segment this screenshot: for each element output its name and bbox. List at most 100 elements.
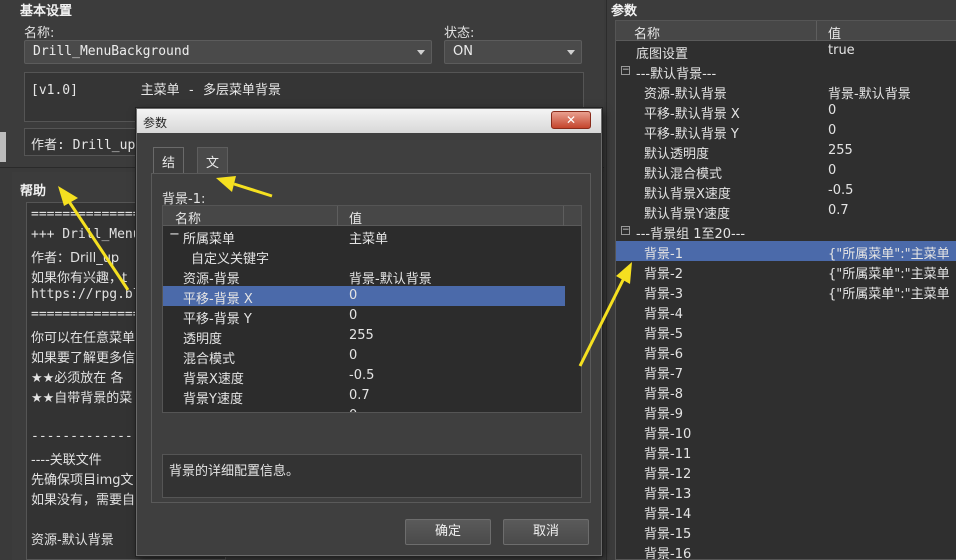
collapse-icon[interactable]: − — [621, 226, 630, 235]
column-header-name[interactable]: 名称 — [175, 208, 201, 227]
param-row[interactable]: 默认背景X速度 -0.5 — [616, 181, 956, 202]
param-row[interactable]: 背景-13 — [616, 481, 956, 502]
struct-value: 0 — [349, 408, 357, 412]
struct-row[interactable]: 背景X速度 -0.5 — [163, 366, 581, 387]
param-row[interactable]: 背景-5 — [616, 321, 956, 342]
param-name: 默认背景X速度 — [644, 187, 731, 202]
struct-name: 背景X速度 — [183, 372, 244, 387]
column-header-value[interactable]: 值 — [828, 23, 841, 42]
help-line: https://rpg.blu — [31, 287, 149, 302]
dialog-titlebar[interactable]: 参数 ✕ — [137, 109, 601, 133]
param-row[interactable]: 背景-16 — [616, 541, 956, 560]
param-name: 背景-8 — [644, 387, 683, 402]
param-row[interactable]: 默认透明度 255 — [616, 141, 956, 162]
param-value: 0.7 — [828, 203, 849, 218]
param-row[interactable]: 背景-1 {"所属菜单":"主菜单 — [616, 241, 956, 262]
ok-button[interactable]: 确定 — [405, 519, 491, 545]
struct-row[interactable]: 背景Y速度 0.7 — [163, 386, 581, 407]
param-name: 背景-15 — [644, 527, 692, 542]
param-row[interactable]: 背景-6 — [616, 341, 956, 362]
help-line: 作者：Drill_up — [31, 251, 120, 266]
close-button[interactable]: ✕ — [551, 111, 591, 129]
author-field[interactable]: 作者: Drill_up — [24, 128, 144, 156]
param-row[interactable]: 默认混合模式 0 — [616, 161, 956, 182]
column-header-value[interactable]: 值 — [349, 208, 362, 227]
param-row[interactable]: 背景-11 — [616, 441, 956, 462]
param-name: 背景-16 — [644, 547, 692, 560]
vertical-scrollbar[interactable] — [565, 226, 581, 412]
param-row[interactable]: 背景-9 — [616, 401, 956, 422]
param-row[interactable]: − ---背景组 1至20--- — [616, 221, 956, 242]
struct-name: 所属菜单 — [183, 232, 236, 247]
param-value: {"所属菜单":"主菜单 — [828, 287, 950, 302]
param-row[interactable]: 资源-默认背景 背景-默认背景 — [616, 81, 956, 102]
struct-row[interactable]: 混合模式 0 — [163, 346, 581, 367]
struct-row[interactable]: 资源-背景 背景-默认背景 — [163, 266, 581, 287]
params-dialog: 参数 ✕ 结构 文本 背景-1: 名称 值 −所属菜单主菜单自定义关键字资源-背… — [136, 108, 602, 556]
param-name: 背景-10 — [644, 427, 692, 442]
param-value: 0 — [828, 123, 837, 138]
basic-settings-title: 基本设置 — [20, 4, 73, 19]
param-value: {"所属菜单":"主菜单 — [828, 247, 950, 262]
collapse-icon[interactable]: − — [169, 227, 180, 242]
help-line: ----关联文件 — [31, 453, 102, 468]
params-table[interactable]: 名称 值 底图设置 true − ---默认背景--- 资源-默认背景 背景-默认背景 平移… — [615, 20, 956, 560]
param-name: 背景-11 — [644, 447, 692, 462]
param-row[interactable]: 背景-2 {"所属菜单":"主菜单 — [616, 261, 956, 282]
field-description-box: 背景的详细配置信息。 — [162, 454, 582, 498]
chevron-down-icon — [567, 50, 575, 55]
param-name: 默认混合模式 — [644, 167, 723, 182]
param-name: 平移-默认背景 Y — [644, 127, 739, 142]
param-name: 默认背景Y速度 — [644, 207, 730, 222]
struct-row[interactable]: 平移-背景 Y 0 — [163, 306, 581, 327]
tab-structure[interactable]: 结构 — [153, 147, 185, 190]
tab-text[interactable]: 文本 — [197, 147, 229, 190]
struct-row[interactable]: 自定义关键字 — [163, 246, 581, 267]
param-name: 平移-默认背景 X — [644, 107, 740, 122]
param-name: 背景-7 — [644, 367, 683, 382]
param-row[interactable]: 平移-默认背景 Y 0 — [616, 121, 956, 142]
param-value: -0.5 — [828, 183, 854, 198]
struct-table-header: 名称 值 — [163, 206, 581, 227]
param-name: 底图设置 — [636, 47, 689, 62]
struct-row[interactable]: 透明度 255 — [163, 326, 581, 347]
help-line: 如果你有兴趣，t — [31, 271, 128, 286]
plugin-name-value: Drill_MenuBackground — [33, 44, 190, 59]
struct-table[interactable]: 名称 值 − 所属菜单 主菜单 自定义关键字 资源-背景 背景-默认背景 平移-背景 X0平… — [162, 205, 582, 413]
param-row[interactable]: 平移-默认背景 X 0 — [616, 101, 956, 122]
param-name: 默认透明度 — [644, 147, 710, 162]
struct-value: 0 — [349, 288, 358, 303]
param-row[interactable]: 背景-12 — [616, 461, 956, 482]
struct-name: 自定义关键字 — [191, 252, 270, 267]
struct-row[interactable]: − 所属菜单 主菜单 — [163, 226, 581, 247]
struct-row[interactable]: 平移-背景 X 0 — [163, 286, 581, 307]
help-line: 如果没有，需要自 — [31, 493, 136, 508]
collapse-icon[interactable]: − — [621, 66, 630, 75]
param-row[interactable]: 默认背景Y速度 0.7 — [616, 201, 956, 222]
struct-row[interactable]: 菜单层级 0 — [163, 406, 581, 412]
param-row[interactable]: 背景-10 — [616, 421, 956, 442]
param-row[interactable]: 背景-7 — [616, 361, 956, 382]
param-name: 背景-1 — [644, 247, 683, 262]
status-label: 状态: — [444, 26, 475, 41]
param-name: 背景-3 — [644, 287, 683, 302]
param-row[interactable]: 背景-14 — [616, 501, 956, 522]
param-name: ---背景组 1至20--- — [636, 227, 746, 242]
param-row[interactable]: 背景-4 — [616, 301, 956, 322]
cancel-button[interactable]: 取消 — [503, 519, 589, 545]
struct-name: 资源-背景 — [183, 272, 240, 287]
params-title: 参数 — [611, 4, 638, 19]
structure-tab-panel: 背景-1: 名称 值 − 所属菜单 主菜单 自定义关键字 资源-背景 背景-默认背景 平移-… — [151, 173, 591, 503]
help-line: ★★自带背景的菜 — [31, 391, 133, 406]
help-line: 资源-默认背景 — [31, 533, 114, 548]
struct-name: 平移-背景 X — [183, 292, 253, 307]
param-row[interactable]: − ---默认背景--- — [616, 61, 956, 82]
param-row[interactable]: 背景-3 {"所属菜单":"主菜单 — [616, 281, 956, 302]
param-row[interactable]: 底图设置 true — [616, 41, 956, 62]
param-name: 背景-14 — [644, 507, 692, 522]
plugin-name-select[interactable]: Drill_MenuBackground — [24, 40, 432, 64]
param-row[interactable]: 背景-8 — [616, 381, 956, 402]
status-select[interactable]: ON — [444, 40, 582, 64]
column-header-name[interactable]: 名称 — [634, 23, 660, 42]
param-row[interactable]: 背景-15 — [616, 521, 956, 542]
